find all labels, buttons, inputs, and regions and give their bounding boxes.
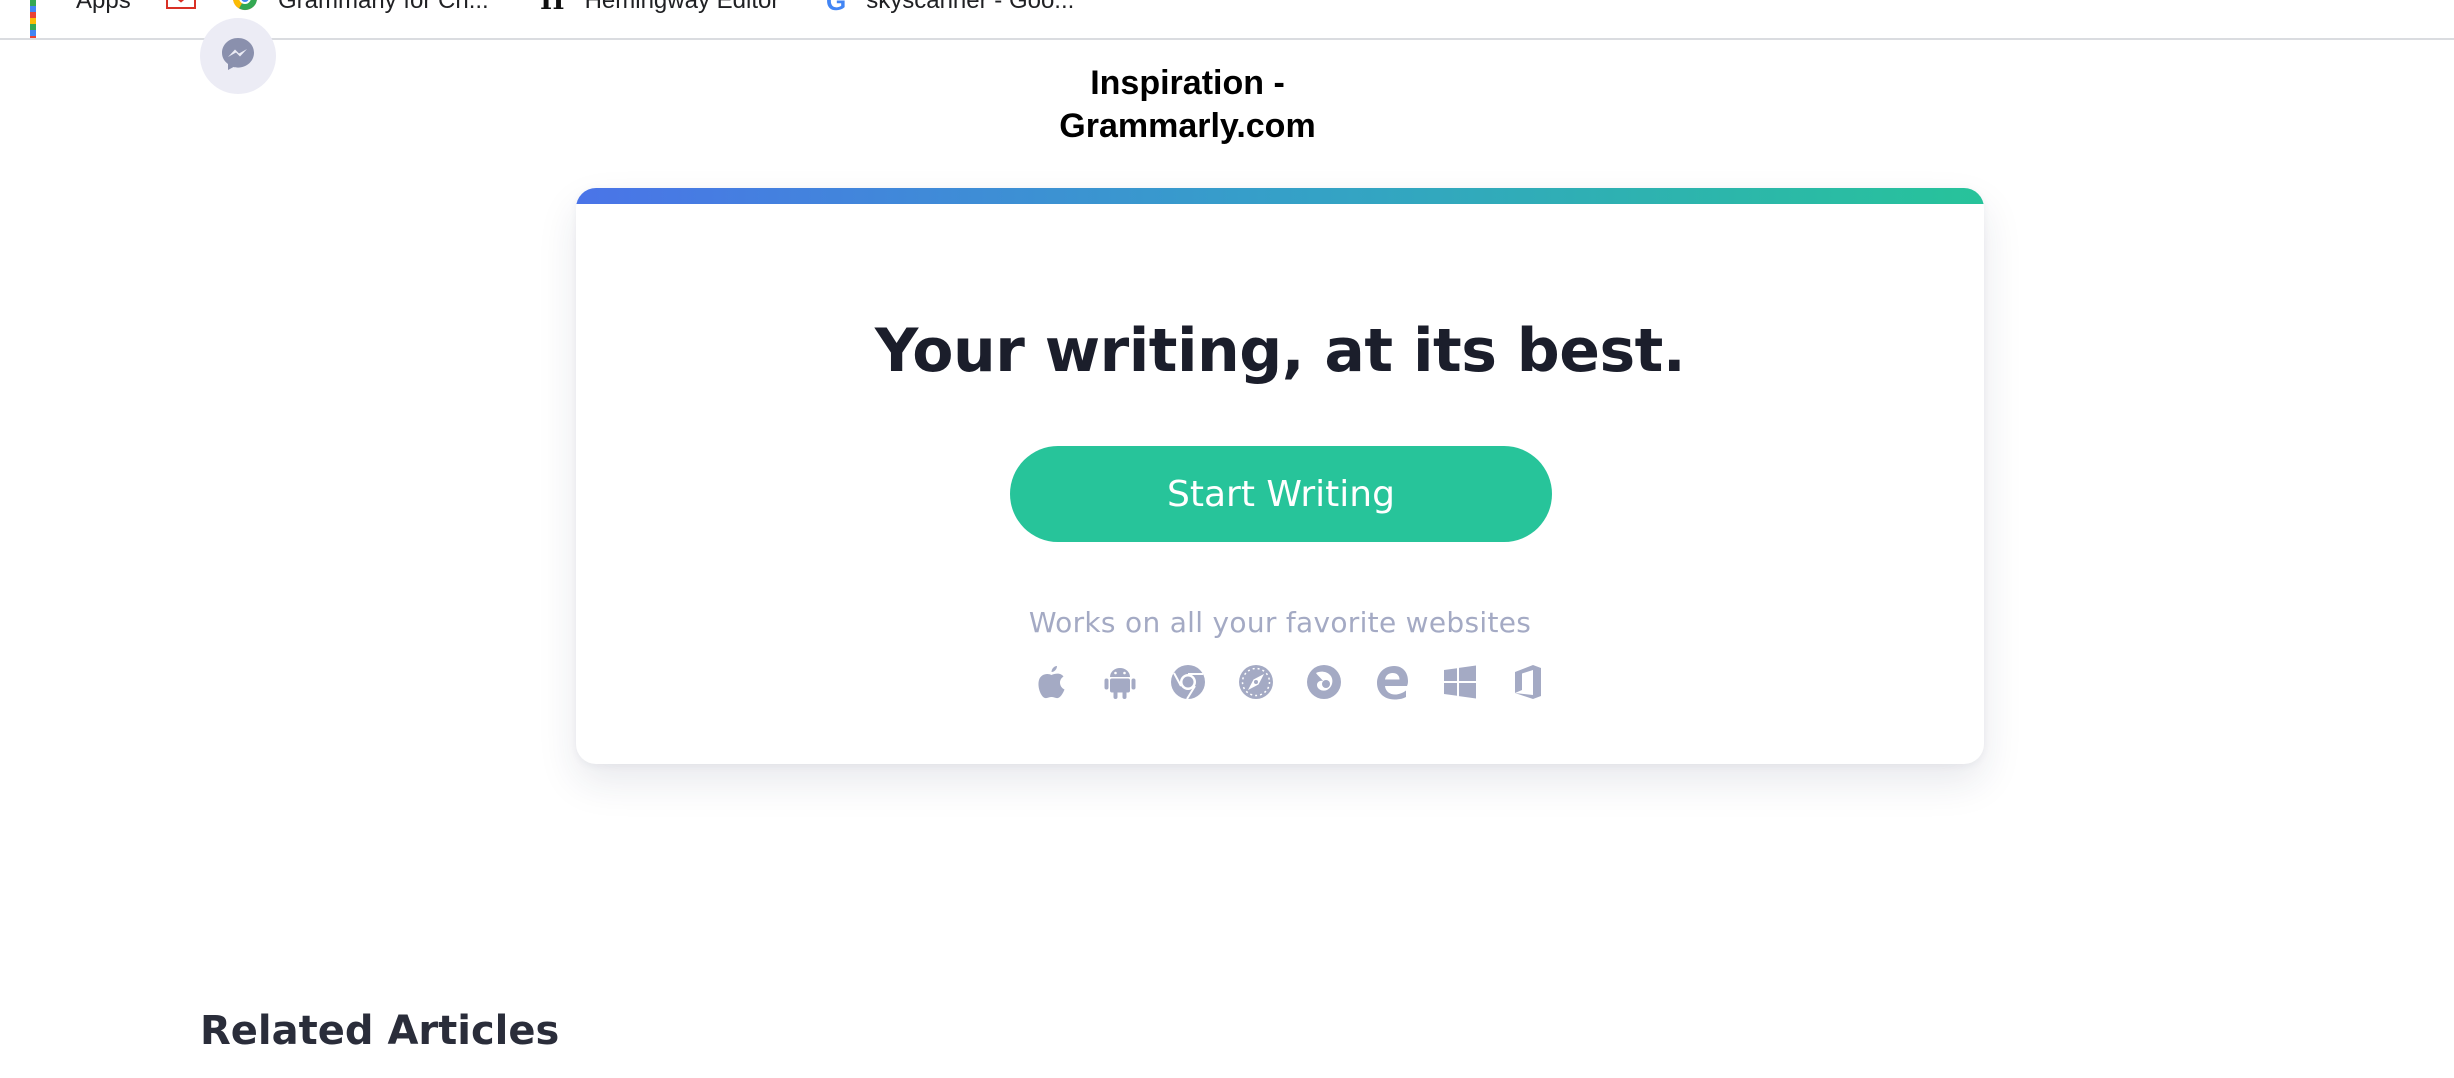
messenger-icon (219, 35, 257, 78)
apple-icon (1034, 664, 1070, 700)
related-articles-heading: Related Articles (200, 1008, 560, 1054)
gmail-icon (166, 0, 196, 17)
page-title-line-1: Inspiration - (1090, 64, 1285, 102)
edge-icon (1374, 664, 1410, 700)
bookmark-hemingway[interactable]: H Hemingway Editor (540, 0, 779, 16)
chrome-web-store-icon (232, 0, 258, 18)
bookmark-label: Hemingway Editor (584, 0, 780, 14)
hemingway-icon: H (540, 0, 565, 16)
chrome-icon (1170, 664, 1206, 700)
bookmark-skyscanner[interactable]: G skyscanner - Goo... (826, 0, 1074, 16)
works-on-text: Works on all your favorite websites (1028, 606, 1532, 639)
start-writing-button[interactable]: Start Writing (1010, 446, 1552, 542)
bookmarks-bar: Apps Grammarly for Ch... H Hemingway Edi… (0, 0, 2454, 40)
promo-card: Your writing, at its best. Start Writing… (576, 188, 1984, 764)
bookmark-grammarly[interactable]: Grammarly for Ch... (232, 0, 489, 16)
messenger-button[interactable] (200, 18, 276, 94)
office-icon (1510, 664, 1546, 700)
bookmark-gmail[interactable] (166, 0, 216, 16)
safari-icon (1238, 664, 1274, 700)
firefox-icon (1306, 664, 1342, 700)
android-icon (1102, 664, 1138, 700)
page-title: Inspiration - Grammarly.com (1000, 62, 1375, 148)
bookmark-label: Grammarly for Ch... (278, 0, 489, 14)
gradient-bar (576, 188, 1984, 204)
page-title-line-2: Grammarly.com (1059, 107, 1316, 145)
windows-icon (1442, 664, 1478, 700)
bookmark-apps[interactable]: Apps (30, 0, 131, 38)
google-icon: G (826, 0, 847, 16)
apps-grid-icon (30, 0, 56, 38)
bookmark-label: Apps (76, 0, 131, 14)
card-headline: Your writing, at its best. (874, 316, 1686, 386)
bookmark-label: skyscanner - Goo... (866, 0, 1075, 14)
platform-icons (1034, 664, 1546, 700)
